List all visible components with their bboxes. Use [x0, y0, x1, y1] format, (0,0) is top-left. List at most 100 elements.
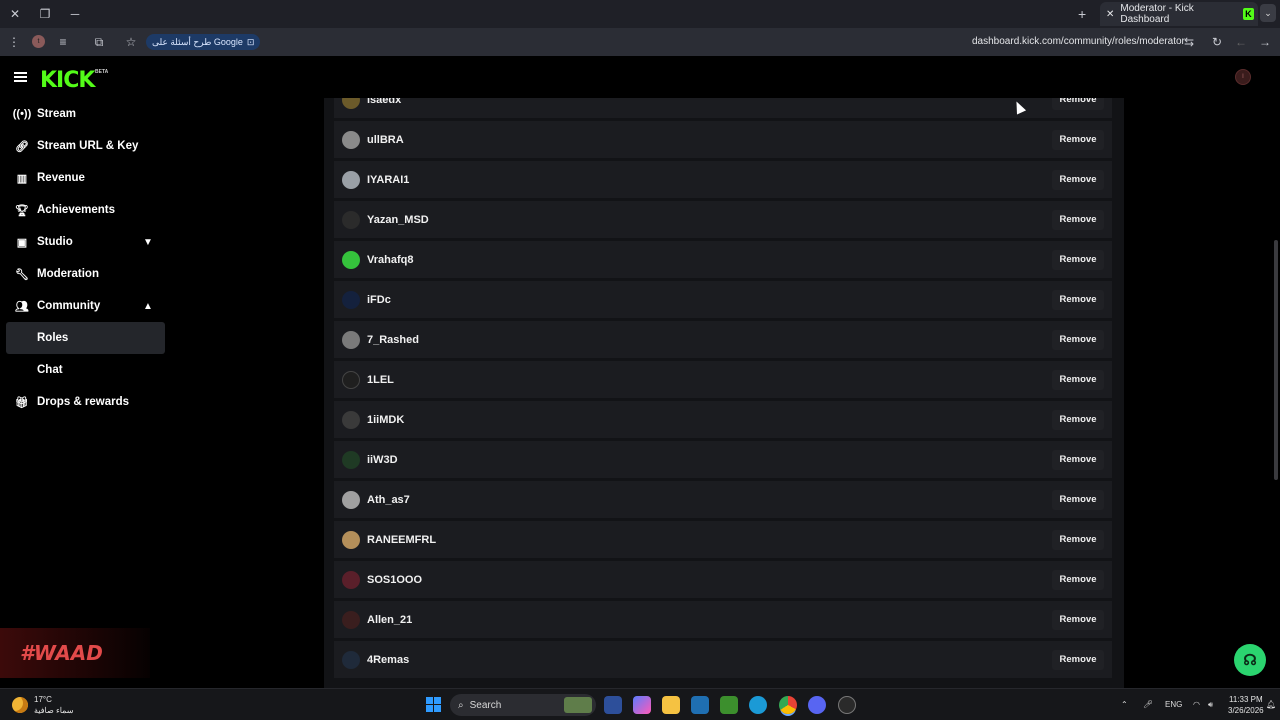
remove-button[interactable]: Remove — [1052, 289, 1104, 310]
username[interactable]: 1iiMDK — [367, 414, 404, 426]
chevron-up-icon[interactable]: ⌃ — [1121, 700, 1128, 709]
wrench-icon: 🔧︎ — [15, 268, 29, 281]
tab-search-icon[interactable]: ⌄ — [1260, 4, 1276, 22]
app-icon[interactable] — [691, 696, 709, 714]
username[interactable]: 4Remas — [367, 654, 409, 666]
site-settings-icon[interactable]: ⇆ — [1178, 31, 1200, 53]
list-item: 7_Rashed Remove — [334, 321, 1112, 358]
username[interactable]: isaedx — [367, 98, 401, 106]
file-explorer-icon[interactable] — [662, 696, 680, 714]
username[interactable]: RANEEMFRL — [367, 534, 436, 546]
username[interactable]: SOS1OOO — [367, 574, 422, 586]
sidebar-item-roles[interactable]: Roles — [6, 322, 165, 354]
profile-avatar[interactable]: t — [32, 35, 45, 48]
minecraft-icon[interactable] — [720, 696, 738, 714]
app-icon-2[interactable] — [838, 696, 856, 714]
remove-button[interactable]: Remove — [1052, 329, 1104, 350]
weather-temp: 17°C — [34, 695, 52, 704]
clock-date: 3/26/2026 — [1228, 706, 1264, 715]
kick-logo[interactable]: KICK — [40, 68, 95, 93]
username[interactable]: 1LEL — [367, 374, 394, 386]
moderator-list[interactable]: isaedx Remove ullBRA Remove IYARAI1 Remo… — [324, 98, 1124, 690]
back-icon[interactable]: ← — [1230, 31, 1252, 53]
discord-icon[interactable] — [808, 696, 826, 714]
new-tab-icon[interactable]: + — [1078, 6, 1086, 22]
remove-button[interactable]: Remove — [1052, 569, 1104, 590]
bookmark-star-icon[interactable]: ☆ — [120, 31, 142, 53]
menu-dots-icon[interactable]: ⋮ — [3, 31, 25, 53]
username[interactable]: ullBRA — [367, 134, 404, 146]
community-icon: 👥︎ — [15, 300, 29, 313]
minimize-window-icon[interactable]: ─ — [60, 0, 90, 28]
list-item: 1iiMDK Remove — [334, 401, 1112, 438]
chevron-down-icon: ▼ — [143, 236, 153, 248]
sidebar-item-chat[interactable]: Chat — [0, 354, 170, 386]
username[interactable]: Allen_21 — [367, 614, 412, 626]
taskbar-search[interactable]: ⌕ Search — [450, 694, 596, 716]
list-item: SOS1OOO Remove — [334, 561, 1112, 598]
reading-list-icon[interactable]: ≡ — [52, 31, 74, 53]
username[interactable]: Yazan_MSD — [367, 214, 429, 226]
volume-icon[interactable]: 🔊︎ — [1208, 700, 1213, 710]
sidebar-item-studio[interactable]: ▣ Studio ▼ — [0, 226, 170, 258]
moon-icon — [12, 697, 28, 713]
sidebar-item-drops-rewards[interactable]: 🎁︎ Drops & rewards — [0, 386, 170, 418]
google-lens-pill[interactable]: طرح أسئلة على Google ⊡ — [146, 34, 261, 50]
shield-app-icon[interactable] — [604, 696, 622, 714]
remove-button[interactable]: Remove — [1052, 129, 1104, 150]
sidebar-item-stream-url-key[interactable]: 🔗︎ Stream URL & Key — [0, 130, 170, 162]
url-field[interactable]: dashboard.kick.com/community/roles/moder… — [972, 36, 1185, 47]
reload-icon[interactable]: ↻ — [1206, 31, 1228, 53]
forward-icon[interactable]: → — [1254, 31, 1276, 53]
sidebar-item-community[interactable]: 👥︎ Community ▲ — [0, 290, 170, 322]
chart-icon: ▥ — [16, 172, 28, 185]
username[interactable]: IYARAI1 — [367, 174, 409, 186]
microphone-icon[interactable]: 🎤︎ — [1143, 700, 1153, 709]
link-icon: 🔗︎ — [15, 140, 29, 153]
remove-button[interactable]: Remove — [1052, 449, 1104, 470]
sidebar-item-achievements[interactable]: 🏆︎ Achievements — [0, 194, 170, 226]
sidebar-item-label: Moderation — [37, 268, 99, 280]
remove-button[interactable]: Remove — [1052, 649, 1104, 670]
language-indicator[interactable]: ENG — [1165, 700, 1182, 709]
sidebar-item-revenue[interactable]: ▥ Revenue — [0, 162, 170, 194]
notifications-icon[interactable]: 🔔︎ — [1266, 700, 1276, 709]
page-scrollbar[interactable] — [1274, 240, 1278, 480]
remove-button[interactable]: Remove — [1052, 169, 1104, 190]
username[interactable]: Ath_as7 — [367, 494, 410, 506]
list-item: Yazan_MSD Remove — [334, 201, 1112, 238]
remove-button[interactable]: Remove — [1052, 609, 1104, 630]
extensions-icon[interactable]: ⧉ — [88, 31, 110, 53]
remove-button[interactable]: Remove — [1052, 98, 1104, 110]
list-item: Allen_21 Remove — [334, 601, 1112, 638]
hamburger-menu-icon[interactable] — [14, 72, 27, 82]
close-tab-icon[interactable]: ✕ — [1106, 9, 1114, 20]
sidebar-item-moderation[interactable]: 🔧︎ Moderation — [0, 258, 170, 290]
username[interactable]: 7_Rashed — [367, 334, 419, 346]
support-chat-icon[interactable]: ☊ — [1234, 644, 1266, 676]
wifi-icon[interactable]: ◠ — [1193, 700, 1200, 709]
avatar — [342, 210, 360, 229]
user-avatar[interactable]: I — [1235, 69, 1251, 85]
kick-header: KICK BETA I — [0, 56, 1280, 98]
weather-widget[interactable]: 17°C سماء صافية — [12, 694, 74, 716]
windows-start-icon[interactable] — [426, 697, 441, 712]
sidebar-item-stream[interactable]: ((•)) Stream — [0, 98, 170, 130]
restore-window-icon[interactable]: ❐ — [30, 0, 60, 28]
username[interactable]: Vrahafq8 — [367, 254, 413, 266]
close-window-icon[interactable]: ✕ — [0, 0, 30, 28]
edge-icon[interactable] — [749, 696, 767, 714]
username[interactable]: iFDc — [367, 294, 391, 306]
active-tab[interactable]: ✕ Moderator - Kick Dashboard K — [1100, 2, 1258, 26]
sidebar-item-label: Roles — [37, 332, 69, 344]
copilot-icon[interactable] — [633, 696, 651, 714]
remove-button[interactable]: Remove — [1052, 249, 1104, 270]
remove-button[interactable]: Remove — [1052, 369, 1104, 390]
username[interactable]: iiW3D — [367, 454, 398, 466]
remove-button[interactable]: Remove — [1052, 209, 1104, 230]
remove-button[interactable]: Remove — [1052, 489, 1104, 510]
taskbar-clock[interactable]: 11:33 PM 3/26/2026 — [1228, 694, 1264, 716]
remove-button[interactable]: Remove — [1052, 529, 1104, 550]
chrome-icon[interactable] — [779, 696, 797, 714]
remove-button[interactable]: Remove — [1052, 409, 1104, 430]
